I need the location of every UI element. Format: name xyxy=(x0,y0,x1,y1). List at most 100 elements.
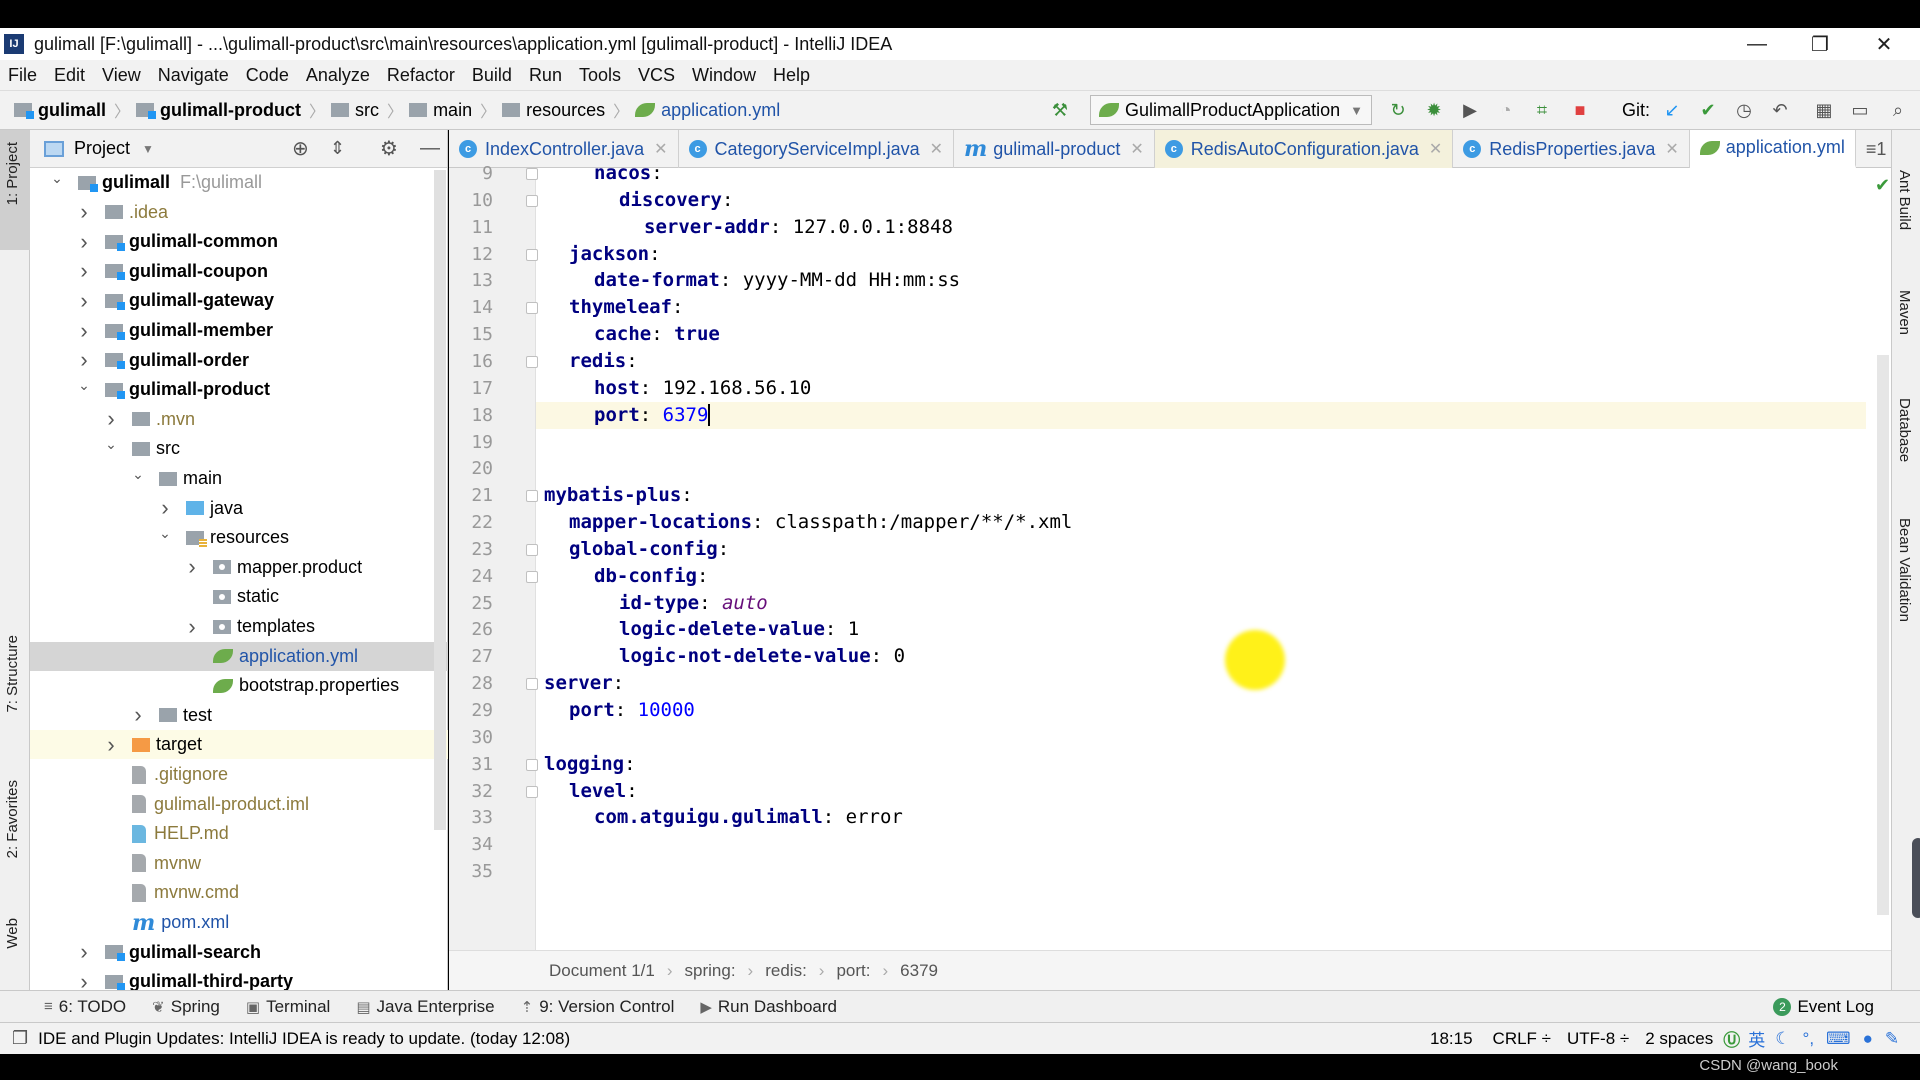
close-tab-icon[interactable]: ✕ xyxy=(1665,139,1678,159)
chevron-right-icon[interactable]: › xyxy=(131,702,145,728)
git-revert-icon[interactable]: ↶ xyxy=(1768,98,1792,122)
profile-icon[interactable]: ◔ xyxy=(1494,98,1518,122)
locate-file-icon[interactable]: ⊕ xyxy=(292,136,309,161)
ant-build-tool-tab[interactable]: Ant Build xyxy=(1896,170,1913,230)
tree-item[interactable]: ⌄ resources xyxy=(30,523,448,552)
close-tab-icon[interactable]: ✕ xyxy=(1429,139,1442,159)
tree-item[interactable]: › .idea xyxy=(30,198,448,227)
tree-item[interactable]: ⌄ gulimall F:\gulimall xyxy=(30,168,448,197)
breadcrumb-item[interactable]: gulimall-product 〉 xyxy=(136,98,325,122)
tool-window-button[interactable]: ▤ Java Enterprise xyxy=(356,997,494,1017)
tree-item[interactable]: › gulimall-common xyxy=(30,227,448,256)
restore-button[interactable]: ❐ xyxy=(1790,28,1850,60)
git-update-icon[interactable]: ↙ xyxy=(1660,98,1684,122)
code-area[interactable]: nacos: discovery: server-addr: 127.0.0.1… xyxy=(536,162,1866,950)
chevron-down-icon[interactable]: ⌄ xyxy=(131,466,145,483)
ime-language[interactable]: 英 xyxy=(1748,1026,1765,1051)
menu-item-build[interactable]: Build xyxy=(472,65,512,86)
yaml-breadcrumb-item[interactable]: port: xyxy=(836,961,870,981)
tree-item[interactable]: ⌄ src xyxy=(30,434,448,463)
tree-item[interactable]: application.yml xyxy=(30,641,448,671)
tree-item[interactable]: static xyxy=(30,582,448,611)
chevron-right-icon[interactable]: › xyxy=(104,406,118,432)
attach-debugger-icon[interactable]: ⌗ xyxy=(1530,98,1554,122)
menu-item-edit[interactable]: Edit xyxy=(54,65,85,86)
yaml-breadcrumb-item[interactable]: spring: xyxy=(685,961,736,981)
tool-window-button[interactable]: ⇡ 9: Version Control xyxy=(521,997,675,1017)
favorites-tool-tab[interactable]: 2: Favorites xyxy=(4,780,21,858)
terminal-icon[interactable]: ▭ xyxy=(1848,98,1872,122)
tree-item[interactable]: › java xyxy=(30,494,448,523)
tool-window-button[interactable]: ▶ Run Dashboard xyxy=(700,997,837,1017)
chevron-right-icon[interactable]: › xyxy=(77,347,91,373)
run-configuration-select[interactable]: GulimallProductApplication ▼ xyxy=(1090,95,1372,125)
collapse-all-icon[interactable]: ⇕ xyxy=(330,138,345,159)
event-log-button[interactable]: 2 Event Log xyxy=(1773,997,1874,1017)
line-separator[interactable]: CRLF ÷ xyxy=(1493,1029,1551,1049)
tree-item[interactable]: › test xyxy=(30,701,448,730)
build-hammer-icon[interactable]: ⚒ xyxy=(1048,98,1072,122)
debug-icon[interactable]: ✹ xyxy=(1422,98,1446,122)
tree-item[interactable]: › gulimall-search xyxy=(30,938,448,967)
tree-item[interactable]: bootstrap.properties xyxy=(30,671,448,700)
tree-item[interactable]: › gulimall-gateway xyxy=(30,286,448,315)
tree-item[interactable]: mvnw xyxy=(30,849,448,878)
tree-item[interactable]: › gulimall-order xyxy=(30,346,448,375)
tree-item[interactable]: › mapper.product xyxy=(30,553,448,582)
indent-setting[interactable]: 2 spaces xyxy=(1645,1029,1713,1049)
close-tab-icon[interactable]: ✕ xyxy=(654,139,667,159)
structure-tool-tab[interactable]: 7: Structure xyxy=(4,635,21,713)
tree-item[interactable]: m pom.xml xyxy=(30,908,448,937)
chevron-right-icon[interactable]: › xyxy=(185,554,199,580)
chevron-down-icon[interactable]: ⌄ xyxy=(158,525,172,542)
caret-position[interactable]: 18:15 xyxy=(1430,1029,1473,1049)
maven-tool-tab[interactable]: Maven xyxy=(1896,290,1913,335)
tree-item[interactable]: HELP.md xyxy=(30,819,448,848)
menu-item-code[interactable]: Code xyxy=(246,65,289,86)
chevron-down-icon[interactable]: ⌄ xyxy=(50,170,64,187)
breadcrumb-item[interactable]: main 〉 xyxy=(409,98,496,122)
yaml-breadcrumb-item[interactable]: redis: xyxy=(765,961,807,981)
menu-item-navigate[interactable]: Navigate xyxy=(158,65,229,86)
project-view-select[interactable]: Project xyxy=(74,138,130,159)
chevron-right-icon[interactable]: › xyxy=(77,318,91,344)
rerun-icon[interactable]: ↻ xyxy=(1386,98,1410,122)
chevron-right-icon[interactable]: › xyxy=(185,614,199,640)
chevron-right-icon[interactable]: › xyxy=(77,229,91,255)
menu-item-analyze[interactable]: Analyze xyxy=(306,65,370,86)
tree-item[interactable]: › target xyxy=(30,730,448,760)
tree-item[interactable]: ⌄ gulimall-product xyxy=(30,375,448,404)
project-tool-tab[interactable]: 1: Project xyxy=(4,142,21,205)
project-structure-icon[interactable]: ▦ xyxy=(1812,98,1836,122)
tool-window-button[interactable]: ❦ Spring xyxy=(152,997,220,1017)
stop-icon[interactable]: ■ xyxy=(1568,98,1592,122)
tree-item[interactable]: ⌄ main xyxy=(30,464,448,493)
run-coverage-icon[interactable]: ▶ xyxy=(1458,98,1482,122)
chevron-right-icon[interactable]: › xyxy=(77,258,91,284)
close-button[interactable]: ✕ xyxy=(1854,28,1914,60)
menu-item-help[interactable]: Help xyxy=(773,65,810,86)
chevron-down-icon[interactable]: ⌄ xyxy=(104,436,118,453)
breadcrumb-item[interactable]: resources 〉 xyxy=(502,98,629,122)
chevron-right-icon[interactable]: › xyxy=(77,939,91,965)
breadcrumb-item[interactable]: gulimall 〉 xyxy=(14,98,130,122)
tree-item[interactable]: › gulimall-coupon xyxy=(30,257,448,286)
chevron-right-icon[interactable]: › xyxy=(104,732,118,758)
tool-window-button[interactable]: ▣ Terminal xyxy=(246,997,330,1017)
yaml-breadcrumb-item[interactable]: 6379 xyxy=(900,961,938,981)
menu-item-window[interactable]: Window xyxy=(692,65,756,86)
editor-scrollbar[interactable] xyxy=(1877,355,1889,915)
close-tab-icon[interactable]: ✕ xyxy=(930,139,943,159)
breadcrumb-item[interactable]: src 〉 xyxy=(331,98,403,122)
tree-item[interactable]: .gitignore xyxy=(30,760,448,789)
chevron-down-icon[interactable]: ▼ xyxy=(142,142,154,156)
tree-item[interactable]: › .mvn xyxy=(30,405,448,434)
tree-item[interactable]: gulimall-product.iml xyxy=(30,790,448,819)
git-history-icon[interactable]: ◷ xyxy=(1732,98,1756,122)
web-tool-tab[interactable]: Web xyxy=(4,918,21,949)
tool-window-button[interactable]: ≡ 6: TODO xyxy=(44,997,126,1017)
menu-item-tools[interactable]: Tools xyxy=(579,65,621,86)
git-commit-icon[interactable]: ✔ xyxy=(1696,98,1720,122)
menu-item-file[interactable]: File xyxy=(8,65,37,86)
tree-item[interactable]: › gulimall-member xyxy=(30,316,448,345)
